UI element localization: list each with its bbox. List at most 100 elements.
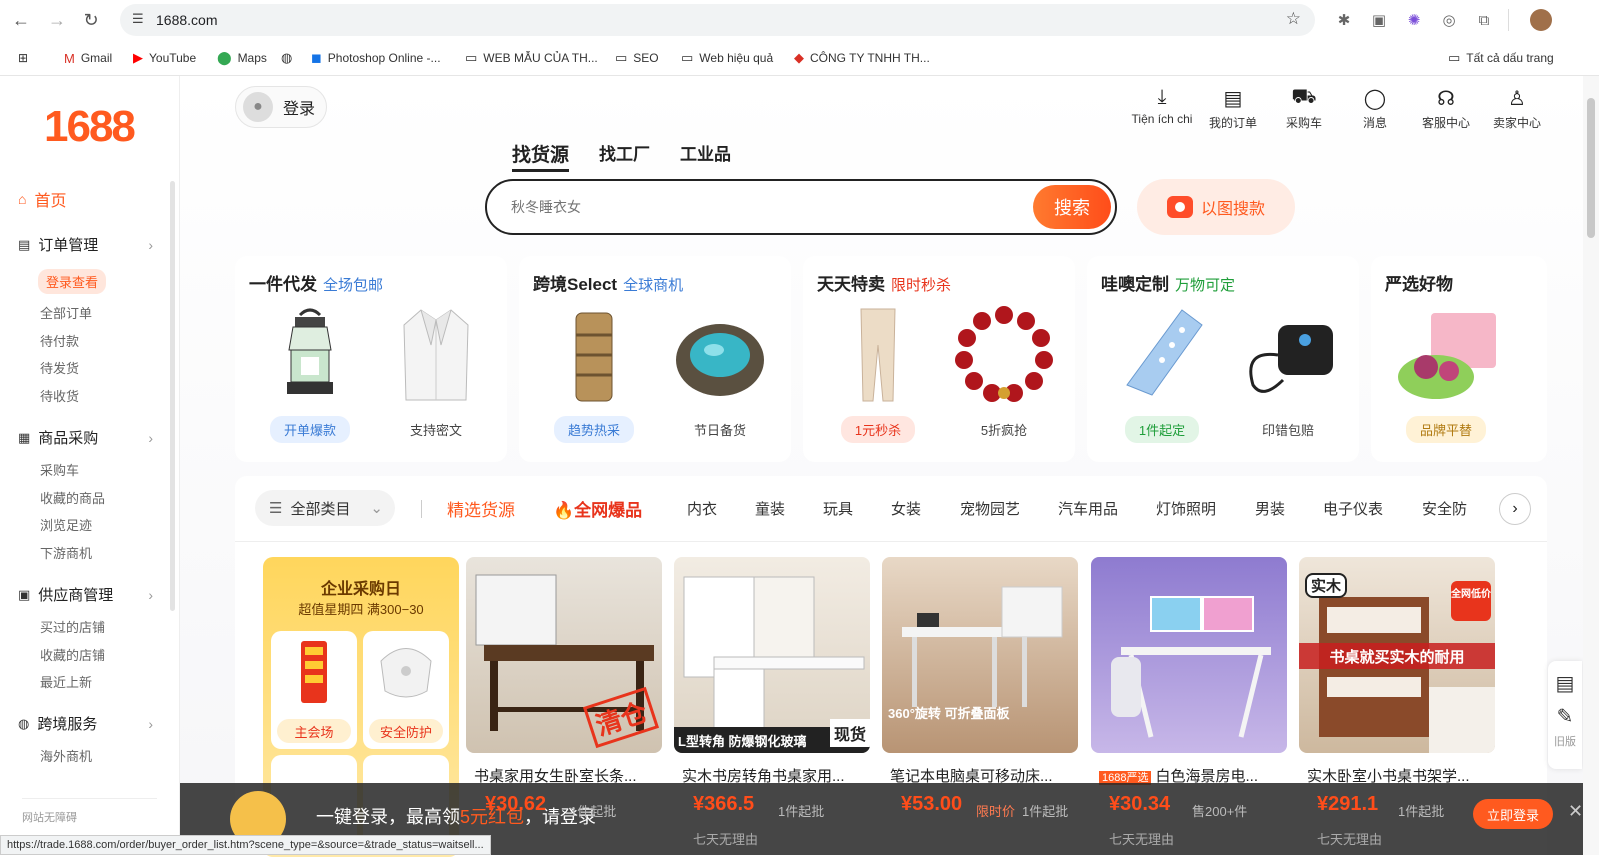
site-logo[interactable]: 1688 xyxy=(44,102,136,152)
sidebar-item-all-orders[interactable]: 全部订单 xyxy=(40,303,92,322)
product-card[interactable]: 实木 全网低价 书桌就买实木的耐用 实木卧室小书桌书架学... xyxy=(1299,557,1495,786)
extension-camera-icon[interactable]: ▣ xyxy=(1368,9,1390,31)
seller-center[interactable]: ♙ 卖家中心 xyxy=(1482,86,1552,131)
product-image[interactable] xyxy=(1091,557,1287,753)
product-image[interactable]: 实木 全网低价 书桌就买实木的耐用 xyxy=(1299,557,1495,753)
promo-main-venue[interactable]: 主会场 xyxy=(271,631,357,749)
login-button[interactable]: ● 登录 xyxy=(235,86,327,128)
service-center[interactable]: ☊ 客服中心 xyxy=(1411,86,1481,131)
edit-icon[interactable]: ✎ xyxy=(1548,704,1582,729)
apps-grid-icon[interactable]: ⊞ xyxy=(18,48,28,68)
tab-find-factory[interactable]: 找工厂 xyxy=(599,140,650,172)
card-label[interactable]: 1件起定 xyxy=(1124,416,1200,443)
bookmark-seo[interactable]: ▭ SEO xyxy=(615,48,659,68)
chevron-right-icon[interactable]: › xyxy=(1499,493,1531,525)
card-label[interactable]: 印错包赔 xyxy=(1233,420,1343,439)
sidebar-item-pending-receipt[interactable]: 待收货 xyxy=(40,386,79,405)
tab-featured-sources[interactable]: 精选货源 xyxy=(447,496,515,521)
close-icon[interactable]: ✕ xyxy=(1568,801,1583,822)
sidebar-scrollbar[interactable] xyxy=(170,181,175,611)
card-curated[interactable]: 严选好物 品牌平替 xyxy=(1371,256,1547,462)
bookmark-web-mau[interactable]: ▭ WEB MẪU CỦA TH... xyxy=(465,48,598,68)
sidebar-item-home[interactable]: ⌂ 首页 xyxy=(18,187,66,211)
blazer-product-image[interactable] xyxy=(381,300,491,410)
category-lighting[interactable]: 灯饰照明 xyxy=(1156,498,1216,519)
all-bookmarks[interactable]: ▭ Tất cả dấu trang xyxy=(1448,48,1554,68)
bookmark-maps[interactable]: ⬤ Maps xyxy=(217,48,267,68)
purchase-cart[interactable]: ⛟ 采购车 xyxy=(1269,86,1339,131)
extension-translate-icon[interactable]: ✱ xyxy=(1333,9,1355,31)
sidebar-item-bought-stores[interactable]: 买过的店铺 xyxy=(40,617,105,636)
category-safety[interactable]: 安全防 xyxy=(1422,498,1474,519)
promo-safety[interactable]: 安全防护 xyxy=(363,631,449,749)
accessibility-link[interactable]: 网站无障碍 xyxy=(22,798,157,825)
search-button[interactable]: 搜索 xyxy=(1033,185,1111,229)
pacifier-clip-product-image[interactable] xyxy=(1107,300,1217,410)
address-text[interactable]: 1688.com xyxy=(156,12,217,28)
bookmark-cong-ty[interactable]: ◆ CÔNG TY TNHH TH... xyxy=(794,48,930,68)
card-label[interactable]: 5折疯抢 xyxy=(949,420,1059,439)
login-now-button[interactable]: 立即登录 xyxy=(1473,799,1553,829)
main-venue-button[interactable]: 主会场 xyxy=(277,719,351,743)
messages[interactable]: ◯ 消息 xyxy=(1340,86,1410,131)
tab-find-source[interactable]: 找货源 xyxy=(512,140,570,172)
category-electronics[interactable]: 电子仪表 xyxy=(1323,498,1383,519)
bookmark-globe[interactable]: ◍ xyxy=(281,48,298,68)
card-label[interactable]: 1元秒杀 xyxy=(840,416,916,443)
sidebar-item-pending-shipment[interactable]: 待发货 xyxy=(40,358,79,377)
tab-industrial[interactable]: 工业品 xyxy=(680,140,731,172)
sidebar-section-crossborder[interactable]: ◍ 跨境服务 › xyxy=(18,713,153,734)
lantern-product-image[interactable] xyxy=(255,300,365,410)
bookmark-youtube[interactable]: ▶ YouTube xyxy=(133,48,196,68)
profile-avatar[interactable] xyxy=(1530,9,1552,31)
card-crossborder-select[interactable]: 跨境Select 全球商机 趋势热采 节日备货 xyxy=(519,256,791,462)
product-card[interactable]: L型转角 防爆钢化玻璃 现货 实木书房转角书桌家用... xyxy=(674,557,870,786)
back-icon[interactable]: ← xyxy=(10,9,32,31)
card-label[interactable]: 趋势热采 xyxy=(553,416,634,443)
product-image[interactable]: 清仓 xyxy=(466,557,662,753)
category-women[interactable]: 女装 xyxy=(891,498,921,519)
card-label[interactable]: 支持密文 xyxy=(381,420,491,439)
extension-gear-icon[interactable]: ✺ xyxy=(1403,9,1425,31)
card-dropship[interactable]: 一件代发 全场包邮 开单爆款 支持密文 xyxy=(235,256,507,462)
tool-extension[interactable]: ⤓ Tiện ích chi xyxy=(1127,86,1197,126)
tab-hot-products[interactable]: 🔥全网爆品 xyxy=(553,496,642,521)
snack-box-product-image[interactable] xyxy=(1391,300,1501,410)
bookmark-star-icon[interactable]: ☆ xyxy=(1286,9,1301,29)
tactical-pouch-product-image[interactable] xyxy=(539,300,649,410)
sidebar-item-cart[interactable]: 采购车 xyxy=(40,460,79,479)
feedback-icon[interactable]: ▤ xyxy=(1548,671,1582,696)
my-orders[interactable]: ▤ 我的订单 xyxy=(1198,86,1268,131)
card-label[interactable]: 开单爆款 xyxy=(269,416,350,443)
product-card[interactable]: 清仓 书桌家用女生卧室长条... xyxy=(466,557,662,786)
category-kids[interactable]: 童装 xyxy=(755,498,785,519)
category-auto[interactable]: 汽车用品 xyxy=(1058,498,1118,519)
product-image[interactable]: L型转角 防爆钢化玻璃 现货 xyxy=(674,557,870,753)
page-scrollbar-thumb[interactable] xyxy=(1587,98,1595,238)
sidebar-item-pending-payment[interactable]: 待付款 xyxy=(40,331,79,350)
bookmark-web-hieu-qua[interactable]: ▭ Web hiệu quả xyxy=(681,48,773,68)
bead-bracelet-product-image[interactable] xyxy=(949,300,1059,410)
product-card[interactable]: 1688严选 白色海景房电... xyxy=(1091,557,1287,786)
address-bar[interactable]: ☰ 1688.com ☆ xyxy=(120,4,1315,36)
extensions-puzzle-icon[interactable]: ⧉ xyxy=(1473,9,1495,31)
old-version-link[interactable]: 旧版 xyxy=(1548,733,1582,749)
extension-compass-icon[interactable]: ◎ xyxy=(1438,9,1460,31)
sidebar-item-saved-stores[interactable]: 收藏的店铺 xyxy=(40,645,105,664)
product-image[interactable]: 360°旋转 可折叠面板 xyxy=(882,557,1078,753)
site-info-icon[interactable]: ☰ xyxy=(132,11,144,27)
category-men[interactable]: 男装 xyxy=(1255,498,1285,519)
card-daily-deals[interactable]: 天天特卖 限时秒杀 1元秒杀 5折疯抢 xyxy=(803,256,1075,462)
sidebar-section-purchasing[interactable]: ▦ 商品采购 › xyxy=(18,427,153,448)
all-categories-dropdown[interactable]: ☰ 全部类目 ⌄ xyxy=(255,490,395,526)
category-toys[interactable]: 玩具 xyxy=(823,498,853,519)
sidebar-item-downstream[interactable]: 下游商机 xyxy=(40,543,92,562)
bookmark-gmail[interactable]: M Gmail xyxy=(64,48,112,68)
category-pets-garden[interactable]: 宠物园艺 xyxy=(960,498,1020,519)
reload-icon[interactable]: ↻ xyxy=(80,9,102,31)
safety-button[interactable]: 安全防护 xyxy=(369,719,443,743)
bookmark-photoshop[interactable]: ◼ Photoshop Online -... xyxy=(311,48,441,68)
sidebar-section-orders[interactable]: ▤ 订单管理 › xyxy=(18,234,153,255)
card-label[interactable]: 节日备货 xyxy=(665,420,775,439)
forward-icon[interactable]: → xyxy=(46,9,68,31)
